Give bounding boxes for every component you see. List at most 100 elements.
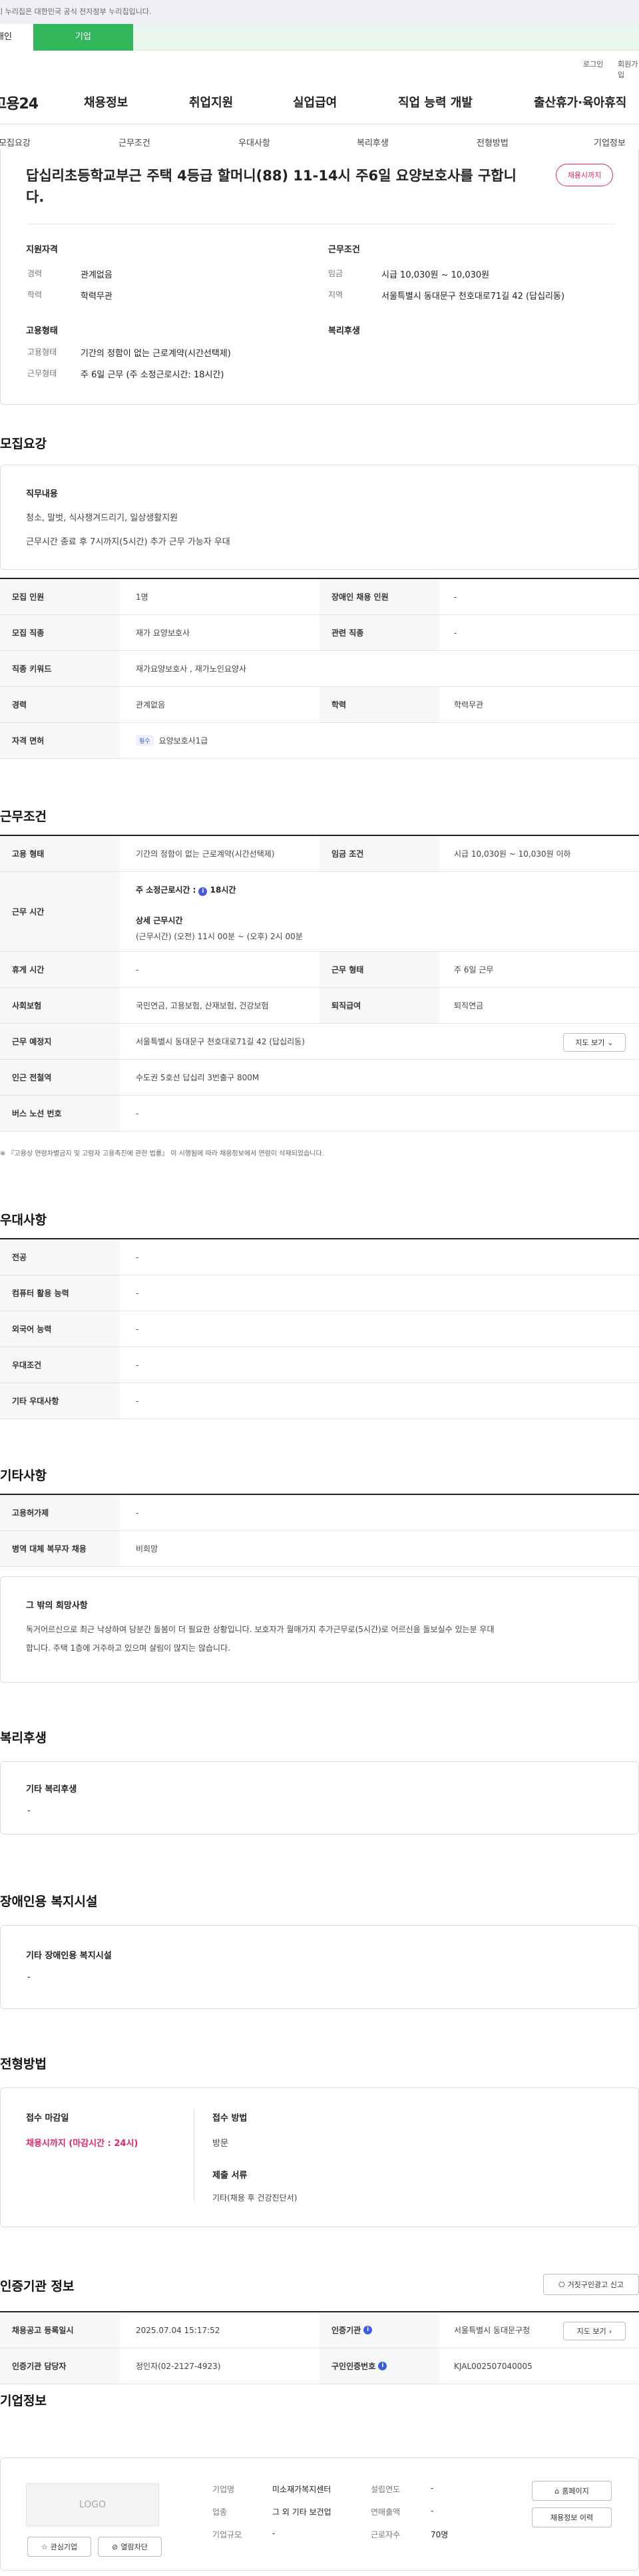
deadline-value: 채용시까지 (마감시간 : 24시) (26, 2139, 138, 2149)
signup-link[interactable]: 회원가입 (618, 59, 639, 80)
tab-individual[interactable]: 개인 (0, 24, 33, 51)
subnav-company[interactable]: 기업정보 (594, 136, 626, 148)
row-label: 학력 (320, 687, 439, 722)
info-icon[interactable]: i (378, 2362, 387, 2370)
gnb-jobs[interactable]: 채용정보 (84, 93, 128, 110)
row-label: 근무 형태 (320, 952, 439, 987)
row-value: - (454, 592, 457, 602)
emptype-value: 기간의 정함이 없는 근로계약(시간선택제) (81, 349, 231, 359)
report-button[interactable]: ⎔ 거짓구인광고 신고 (543, 2274, 639, 2295)
row-label: 컴퓨터 활용 능력 (0, 1275, 120, 1311)
company-industry-label: 업종 (212, 2507, 228, 2517)
user-type-tabs: 개인 기업 (0, 24, 639, 51)
history-button[interactable]: 채용정보 이력 (532, 2507, 612, 2527)
wish-card: 그 밖의 희망사항 독거어르신으로 최근 낙상하여 당분간 돌봄이 더 필요한 … (0, 1576, 639, 1683)
subnav-conditions[interactable]: 근무조건 (118, 136, 150, 148)
cert-table: 채용공고 등록일시 2025.07.04 15:17:52 인증기관 i 서울특별… (0, 2311, 639, 2384)
subnav-welfare[interactable]: 복리후생 (357, 136, 389, 148)
login-link[interactable]: 로그인 (583, 59, 603, 69)
map-button[interactable]: 지도 보기 ⌄ (563, 1033, 626, 1052)
table-row: 고용 형태 기간의 정함이 없는 근로계약(시간선택제) 임금 조건 시급 10… (0, 836, 639, 872)
row-value: - (454, 628, 457, 638)
row-value: 1명 (136, 592, 148, 602)
row-value: 서울특별시 동대문구 천호대로71길 42 (답십리동) (136, 1037, 305, 1046)
company-size-value: - (272, 2529, 276, 2538)
row-value: 2025.07.04 15:17:52 (136, 2325, 220, 2335)
subnav-process[interactable]: 전형방법 (477, 136, 509, 148)
cert-id-label-cell: 구인인증번호 i (320, 2348, 439, 2384)
row-label: 근무 시간 (0, 872, 120, 951)
company-year-label: 설립연도 (371, 2485, 401, 2494)
subnav-recruit[interactable]: 모집요강 (0, 136, 31, 148)
table-row: 직종 키워드 재가요양보호사 , 재가노인요양사 (0, 651, 639, 687)
chevron-down-icon: ⌄ (607, 1038, 614, 1047)
row-label: 버스 노선 번호 (0, 1096, 120, 1131)
row-label: 병역 대체 복무자 채용 (0, 1531, 120, 1566)
worktype-label: 근무형태 (27, 369, 57, 378)
star-icon: ☆ (41, 2542, 48, 2551)
info-icon[interactable]: i (198, 887, 208, 896)
company-logo: LOGO (26, 2483, 159, 2526)
row-value: 비희망 (136, 1544, 158, 1554)
pref-heading: 우대사항 (0, 1213, 47, 1227)
gnb-job-training[interactable]: 직업 능력 개발 (398, 93, 473, 110)
wish-line-2: 합니다. 주택 1층에 거주하고 있으며 살림이 많지는 않습니다. (26, 1643, 230, 1653)
row-value: - (136, 1324, 139, 1334)
site-logo[interactable]: 고용24 (0, 92, 39, 113)
row-label: 장애인 채용 인원 (320, 579, 439, 614)
row-value: 학력무관 (454, 700, 484, 710)
area-value: 서울특별시 동대문구 천호대로71길 42 (답십리동) (381, 292, 565, 302)
chevron-right-icon: › (608, 2326, 612, 2336)
company-emp-label: 근로자수 (371, 2530, 401, 2539)
homepage-button[interactable]: ⌂ 홈페이지 (532, 2481, 612, 2501)
block-button[interactable]: ⊘ 열람차단 (98, 2537, 162, 2557)
tab-company[interactable]: 기업 (33, 24, 133, 51)
row-value: - (136, 1360, 139, 1370)
etc-heading: 기타사항 (0, 1468, 47, 1483)
row-value: 관계없음 (136, 700, 166, 710)
favorite-button[interactable]: ☆ 관심기업 (27, 2537, 91, 2557)
wage-value: 시급 10,030원 ~ 10,030원 (381, 270, 490, 280)
row-label: 휴게 시간 (0, 952, 120, 987)
row-label: 퇴직급여 (320, 988, 439, 1023)
company-card: LOGO ☆ 관심기업 ⊘ 열람차단 기업명 미소재가복지센터 설립연도 - 업종 … (0, 2458, 639, 2571)
company-sales-label: 연매출액 (371, 2507, 401, 2517)
table-row: 근무 예정지 서울특별시 동대문구 천호대로71길 42 (답십리동) 지도 보… (0, 1024, 639, 1060)
process-heading: 전형방법 (0, 2057, 47, 2071)
recruit-heading: 모집요강 (0, 437, 47, 451)
row-value: 필수 요양보호사1급 (124, 723, 590, 758)
row-value: 수도권 5호선 답십리 3번출구 800M (136, 1073, 260, 1082)
row-value: 국민연금, 고용보험, 산재보험, 건강보험 (136, 1001, 269, 1010)
applicant-heading: 지원자격 (26, 245, 58, 255)
license-value: 요양보호사1급 (158, 736, 208, 746)
career-label: 경력 (27, 269, 43, 278)
required-badge: 필수 (136, 735, 154, 746)
recruit-table: 모집 인원 1명 장애인 채용 인원 - 모집 직종 재가 요양보호사 관련 직… (0, 578, 639, 759)
agency-map-button[interactable]: 지도 보기 › (563, 2322, 626, 2340)
row-value: 서울특별시 동대문구청 (454, 2326, 531, 2335)
gnb-unemployment-benefit[interactable]: 실업급여 (293, 93, 337, 110)
emp-heading: 고용형태 (26, 326, 58, 336)
weekly-hours: 주 소정근로시간 :i 18시간 (136, 885, 236, 896)
company-emp-value: 70명 (431, 2530, 449, 2539)
row-value: - (136, 1396, 139, 1406)
welfare-sub: 기타 복리후생 (26, 1785, 77, 1795)
gnb-parental-leave[interactable]: 출산휴가·육아휴직 (534, 93, 626, 110)
report-icon: ⎔ (558, 2280, 565, 2289)
gov-banner: 이 누리집은 대한민국 공식 전자정부 누리집입니다. (0, 0, 639, 24)
row-label: 고용허가제 (0, 1495, 120, 1530)
info-icon[interactable]: i (363, 2326, 373, 2334)
row-label: 직종 키워드 (0, 651, 120, 686)
company-industry-value: 그 외 기타 보건업 (272, 2507, 331, 2517)
row-label: 고용 형태 (0, 836, 120, 871)
welfare-heading: 복리후생 (328, 326, 360, 336)
row-label: 근무 예정지 (0, 1024, 120, 1059)
duty-line-2: 근무시간 종료 후 7시까지(5시간) 추가 근무 가능자 우대 (26, 537, 230, 547)
block-icon: ⊘ (112, 2542, 118, 2551)
subnav-preferences[interactable]: 우대사항 (238, 136, 270, 148)
table-row: 모집 직종 재가 요양보호사 관련 직종 - (0, 615, 639, 651)
home-icon: ⌂ (554, 2486, 560, 2495)
age-notice: ※ 『고용상 연령차별금지 및 고령자 고용촉진에 관한 법률』 이 시행됨에 … (0, 1150, 324, 1158)
table-row: 우대조건 - (0, 1347, 639, 1383)
gnb-employment-support[interactable]: 취업지원 (189, 93, 233, 110)
